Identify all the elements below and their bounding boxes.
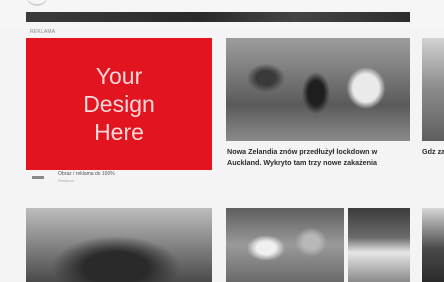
logo-arc-icon — [26, 0, 48, 6]
top-strip — [0, 0, 444, 28]
article-image[interactable] — [422, 208, 444, 282]
top-image-strip[interactable] — [26, 12, 410, 22]
ad-banner[interactable]: Your Design Here — [26, 38, 212, 170]
ad-meta: Obraz / reklama do 100% Reklama — [26, 170, 212, 188]
article-headline[interactable]: Gdz za n ob... — [422, 147, 444, 158]
ad-line-3: Here — [94, 119, 144, 145]
ad-source-icon — [32, 176, 44, 179]
ad-line-1: Your — [95, 63, 143, 89]
article-image[interactable] — [348, 208, 410, 282]
ad-line-2: Design — [83, 91, 155, 117]
article-image[interactable] — [422, 38, 444, 141]
article-image[interactable] — [226, 208, 344, 282]
ad-meta-title: Obraz / reklama do 100% — [58, 171, 115, 177]
ad-meta-sub: Reklama — [58, 178, 74, 183]
article-image[interactable] — [26, 208, 212, 282]
ad-text: Your Design Here — [83, 62, 155, 146]
article-headline[interactable]: Nowa Zelandia znów przedłużył lockdown w… — [227, 147, 410, 168]
article-image[interactable] — [226, 38, 410, 141]
section-label: Reklama — [30, 29, 56, 35]
